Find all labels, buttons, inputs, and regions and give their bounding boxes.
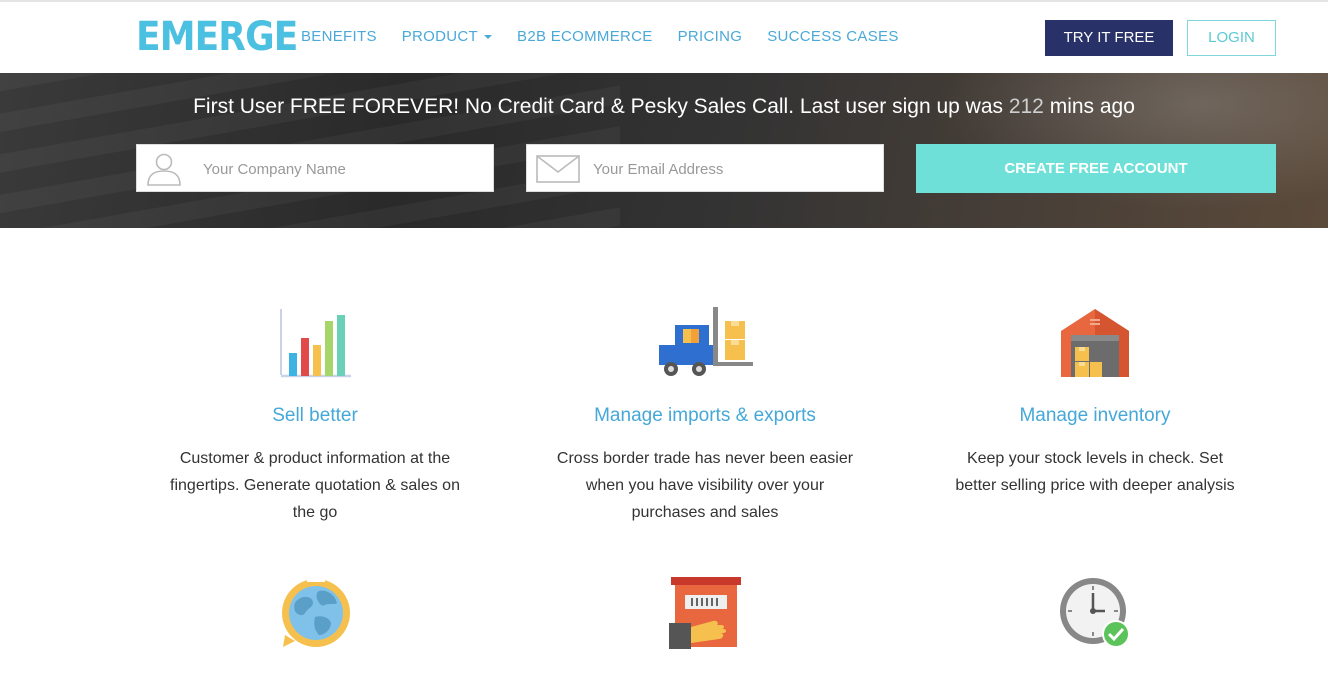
login-button[interactable]: LOGIN xyxy=(1187,20,1276,56)
hero-title-start: First User FREE FOREVER! No Credit Card … xyxy=(193,95,1009,118)
company-name-field xyxy=(136,144,494,193)
envelope-icon xyxy=(536,155,580,183)
create-free-account-button[interactable]: CREATE FREE ACCOUNT xyxy=(916,144,1276,193)
globe-chat-icon xyxy=(282,578,350,647)
hero-title-end: mins ago xyxy=(1043,95,1135,118)
user-icon xyxy=(147,153,181,186)
navbar: EMERGE BENEFITS PRODUCT B2B ECOMMERCE PR… xyxy=(0,2,1328,73)
feature-delivery xyxy=(510,577,900,649)
warehouse-icon xyxy=(1061,309,1129,377)
feature-schedule xyxy=(900,577,1290,649)
feature-sell-better: Sell better Customer & product informati… xyxy=(120,307,510,526)
caret-down-icon xyxy=(484,35,493,40)
clock-check-icon xyxy=(1060,578,1130,648)
feature-title: Manage inventory xyxy=(1019,405,1171,426)
nav-benefits[interactable]: BENEFITS xyxy=(301,28,377,45)
hero-title: First User FREE FOREVER! No Credit Card … xyxy=(0,95,1328,119)
feature-text: Keep your stock levels in check. Set bet… xyxy=(955,450,1235,494)
feature-text: Customer & product information at the fi… xyxy=(170,450,460,521)
nav-product[interactable]: PRODUCT xyxy=(401,28,493,45)
features-section: Sell better Customer & product informati… xyxy=(0,228,1328,674)
feature-mobile xyxy=(120,577,510,649)
bar-chart-icon xyxy=(280,309,351,378)
email-input[interactable] xyxy=(591,145,875,193)
delivery-box-icon xyxy=(669,577,741,649)
hero-banner: First User FREE FOREVER! No Credit Card … xyxy=(0,73,1328,228)
feature-title: Manage imports & exports xyxy=(594,405,816,426)
signup-minutes: 212 xyxy=(1008,95,1044,118)
feature-text: Cross border trade has never been easier… xyxy=(556,450,854,521)
company-name-input[interactable] xyxy=(201,145,485,193)
try-it-free-button[interactable]: TRY IT FREE xyxy=(1045,20,1173,56)
nav-product-label: PRODUCT xyxy=(401,28,479,45)
nav-success-cases[interactable]: SUCCESS CASES xyxy=(767,28,898,45)
feature-inventory: Manage inventory Keep your stock levels … xyxy=(900,307,1290,499)
nav-b2b-ecommerce[interactable]: B2B ECOMMERCE xyxy=(517,28,653,45)
forklift-icon xyxy=(659,307,753,376)
feature-imports-exports: Manage imports & exports Cross border tr… xyxy=(510,307,900,526)
nav-links: BENEFITS PRODUCT B2B ECOMMERCE PRICING S… xyxy=(301,28,899,45)
logo[interactable]: EMERGE xyxy=(136,14,298,60)
nav-pricing[interactable]: PRICING xyxy=(678,28,743,45)
email-field xyxy=(526,144,884,193)
feature-title: Sell better xyxy=(272,405,358,426)
